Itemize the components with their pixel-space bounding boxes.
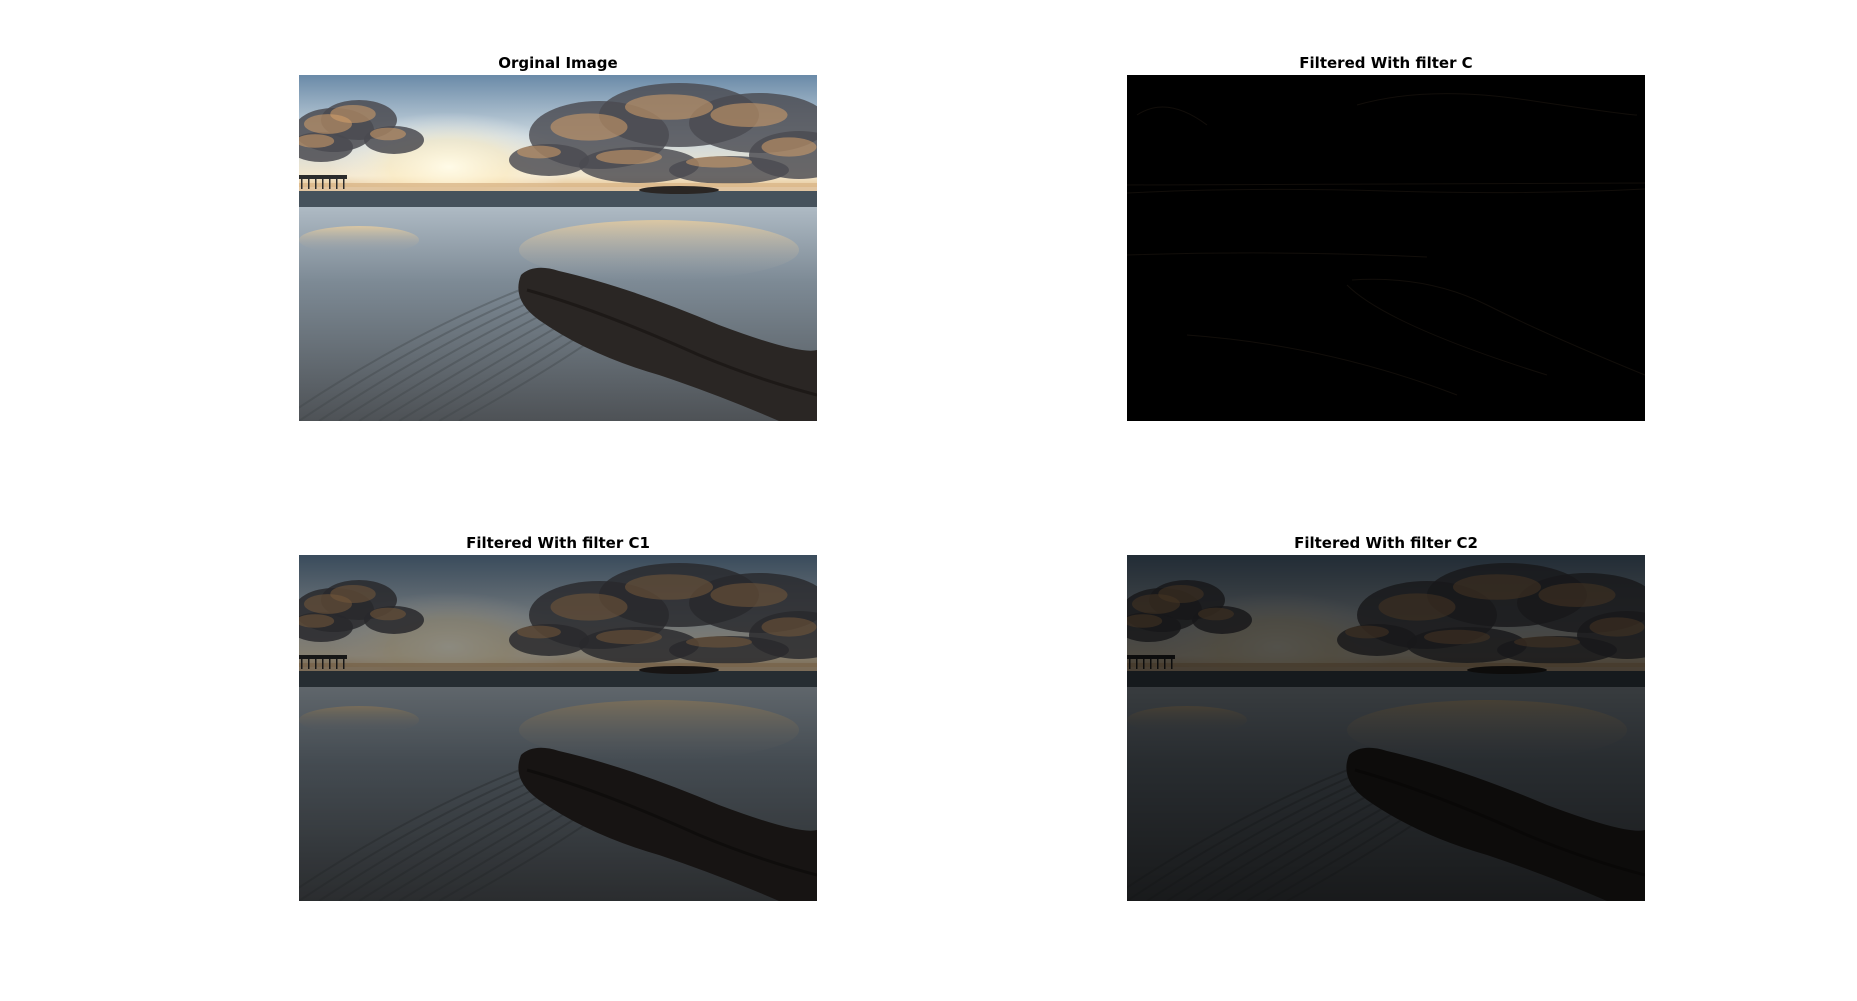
darkened-image-c1 [299, 555, 817, 901]
panel-title: Filtered With filter C2 [1294, 534, 1478, 552]
panel-title: Orginal Image [498, 54, 618, 72]
darkened-image-c2 [1127, 555, 1645, 901]
distant-rock [639, 186, 719, 194]
panel-title: Filtered With filter C1 [466, 534, 650, 552]
darken-overlay [1127, 555, 1645, 901]
sea-line [299, 191, 817, 207]
black-background [1127, 75, 1645, 421]
cloud-reflection [519, 220, 799, 280]
cloud-reflection [299, 226, 419, 254]
edge-filtered-image [1127, 75, 1645, 421]
darken-overlay [299, 555, 817, 901]
beach-photo-image [299, 75, 817, 421]
horizon-band [299, 183, 817, 191]
pier [299, 175, 347, 179]
panel-title: Filtered With filter C [1299, 54, 1473, 72]
